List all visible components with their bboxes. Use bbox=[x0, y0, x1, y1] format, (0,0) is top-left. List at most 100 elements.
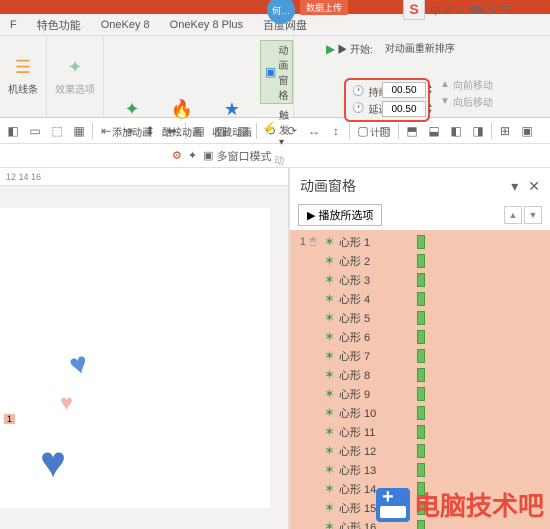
animation-item[interactable]: 1🖱✶心形 1 bbox=[290, 232, 550, 251]
cool-animation-button[interactable]: 🔥 酷炫动画 bbox=[158, 96, 206, 141]
effect-options-button: ✦ 效果选项 bbox=[51, 53, 99, 98]
item-name: 心形 12 bbox=[339, 443, 399, 459]
animation-item[interactable]: ✶心形 3 bbox=[290, 270, 550, 289]
cool-animation-icon: 🔥 bbox=[170, 98, 194, 122]
qat-btn[interactable]: ↕ bbox=[327, 122, 345, 140]
entrance-star-icon: ✶ bbox=[324, 462, 335, 478]
animation-item[interactable]: ✶心形 7 bbox=[290, 346, 550, 365]
qat-btn[interactable]: ↔ bbox=[305, 122, 323, 140]
tab-f[interactable]: F bbox=[0, 19, 27, 31]
delay-input[interactable] bbox=[382, 101, 426, 117]
tab-features[interactable]: 特色功能 bbox=[27, 17, 91, 33]
timing-bar[interactable] bbox=[417, 349, 425, 363]
timing-bar[interactable] bbox=[417, 330, 425, 344]
timing-bar[interactable] bbox=[417, 273, 425, 287]
tab-onekey8[interactable]: OneKey 8 bbox=[91, 19, 160, 31]
item-index: 1 bbox=[296, 236, 306, 248]
collect-animation-icon: ★ bbox=[220, 98, 244, 122]
animation-item[interactable]: ✶心形 5 bbox=[290, 308, 550, 327]
play-selection-button[interactable]: ▶ 播放所选项 bbox=[298, 204, 382, 226]
entrance-star-icon: ✶ bbox=[324, 481, 335, 497]
collect-animation-button[interactable]: ★ 收藏动画 bbox=[208, 96, 256, 141]
item-name: 心形 8 bbox=[339, 367, 399, 383]
ribbon: ☰ 机线条 ✦ 效果选项 ✦ 添加动画 🔥 酷炫动画 bbox=[0, 36, 550, 118]
entrance-star-icon: ✶ bbox=[324, 500, 335, 516]
animation-pane-button[interactable]: ▣ 动画窗格 bbox=[260, 40, 293, 104]
timing-bar[interactable] bbox=[417, 463, 425, 477]
animation-list[interactable]: 1🖱✶心形 1✶心形 2✶心形 3✶心形 4✶心形 5✶心形 6✶心形 7✶心形… bbox=[290, 230, 550, 529]
animation-item[interactable]: ✶心形 12 bbox=[290, 441, 550, 460]
watermark: 电脑技术吧 bbox=[376, 486, 544, 523]
timing-bar[interactable] bbox=[417, 235, 425, 249]
start-dropdown[interactable]: ▶ ▶ 开始: bbox=[324, 40, 375, 57]
qat-btn[interactable]: ▣ bbox=[518, 122, 536, 140]
duration-input[interactable] bbox=[382, 82, 426, 98]
timing-bar[interactable] bbox=[417, 425, 425, 439]
watermark-icon bbox=[376, 488, 410, 522]
animation-item[interactable]: ✶心形 13 bbox=[290, 460, 550, 479]
item-name: 心形 5 bbox=[339, 310, 399, 326]
animation-reorder-nav: ▲ ▼ bbox=[504, 206, 542, 224]
qat-btn[interactable]: ⬒ bbox=[403, 122, 421, 140]
item-name: 心形 1 bbox=[339, 234, 399, 250]
item-name: 心形 7 bbox=[339, 348, 399, 364]
qat-btn[interactable]: ⬚ bbox=[48, 122, 66, 140]
ribbon-group-advanced: ✦ 添加动画 🔥 酷炫动画 ★ 收藏动画 ▣ 动画窗格 ⚡ bbox=[104, 36, 294, 117]
lines-icon: ☰ bbox=[11, 55, 35, 79]
animation-item[interactable]: ✶心形 2 bbox=[290, 251, 550, 270]
timing-bar[interactable] bbox=[417, 254, 425, 268]
entrance-star-icon: ✶ bbox=[324, 367, 335, 383]
timing-bar[interactable] bbox=[417, 406, 425, 420]
duration-spinner[interactable]: ▲▼ bbox=[427, 84, 433, 96]
qat-btn[interactable]: ◧ bbox=[4, 122, 22, 140]
qat-btn[interactable]: ▦ bbox=[70, 122, 88, 140]
ime-indicator[interactable]: S bbox=[403, 0, 425, 20]
qat-btn[interactable]: ◧ bbox=[447, 122, 465, 140]
animation-item[interactable]: ✶心形 4 bbox=[290, 289, 550, 308]
heart-shape[interactable]: ♥ bbox=[60, 390, 73, 416]
clock-icon: 🕐 bbox=[352, 103, 364, 114]
trigger-icon: 🖱 bbox=[310, 236, 320, 247]
item-name: 心形 2 bbox=[339, 253, 399, 269]
entrance-star-icon: ✶ bbox=[324, 348, 335, 364]
reorder-group: ▲ 向前移动 ▼ 向后移动 bbox=[440, 76, 493, 110]
tab-onekey8plus[interactable]: OneKey 8 Plus bbox=[160, 19, 253, 31]
animation-item[interactable]: ✶心形 8 bbox=[290, 365, 550, 384]
animation-item[interactable]: ✶心形 11 bbox=[290, 422, 550, 441]
qat-btn[interactable]: ◨ bbox=[469, 122, 487, 140]
entrance-star-icon: ✶ bbox=[324, 329, 335, 345]
heart-shape[interactable]: ♥ bbox=[66, 346, 92, 383]
qat-btn[interactable]: ⊞ bbox=[496, 122, 514, 140]
effect-icon: ✦ bbox=[63, 55, 87, 79]
shape-number-label: 1 bbox=[4, 414, 15, 424]
timing-bar[interactable] bbox=[417, 311, 425, 325]
qat-btn[interactable]: ⬓ bbox=[425, 122, 443, 140]
timing-bar[interactable] bbox=[417, 387, 425, 401]
ime-status-icons[interactable]: 中 ✓ ☺ ⌨ ✎ ☰ bbox=[430, 2, 510, 18]
add-animation-button[interactable]: ✦ 添加动画 bbox=[108, 96, 156, 141]
slide-canvas[interactable]: ♥ ♥ ♥ 1 bbox=[0, 208, 270, 508]
item-name: 心形 4 bbox=[339, 291, 399, 307]
animation-item[interactable]: ✶心形 10 bbox=[290, 403, 550, 422]
trigger-button[interactable]: ⚡ 触发 ▾ bbox=[260, 106, 293, 149]
move-up-button[interactable]: ▲ bbox=[504, 206, 522, 224]
lines-button[interactable]: ☰ 机线条 bbox=[4, 53, 42, 98]
pane-close-icon[interactable]: ✕ bbox=[528, 178, 540, 195]
timing-bar[interactable] bbox=[417, 444, 425, 458]
watermark-text: 电脑技术吧 bbox=[414, 486, 544, 523]
delay-spinner[interactable]: ▲▼ bbox=[427, 103, 433, 115]
timing-bar[interactable] bbox=[417, 292, 425, 306]
upload-tag[interactable]: 数据上传 bbox=[300, 0, 348, 15]
animation-item[interactable]: ✶心形 6 bbox=[290, 327, 550, 346]
entrance-star-icon: ✶ bbox=[324, 310, 335, 326]
slide-editor[interactable]: 12 14 16 ♥ ♥ ♥ 1 bbox=[0, 168, 289, 529]
qat-btn[interactable]: ▭ bbox=[26, 122, 44, 140]
heart-shape[interactable]: ♥ bbox=[40, 438, 66, 488]
pane-dropdown-icon[interactable]: ▾ bbox=[511, 178, 518, 195]
content-area: 12 14 16 ♥ ♥ ♥ 1 动画窗格 ▾ ✕ ▶ 播放所选项 ▲ ▼ 1🖱… bbox=[0, 168, 550, 529]
timing-bar[interactable] bbox=[417, 368, 425, 382]
sogou-icon: S bbox=[409, 1, 418, 17]
item-name: 心形 10 bbox=[339, 405, 399, 421]
move-down-button[interactable]: ▼ bbox=[524, 206, 542, 224]
animation-item[interactable]: ✶心形 9 bbox=[290, 384, 550, 403]
